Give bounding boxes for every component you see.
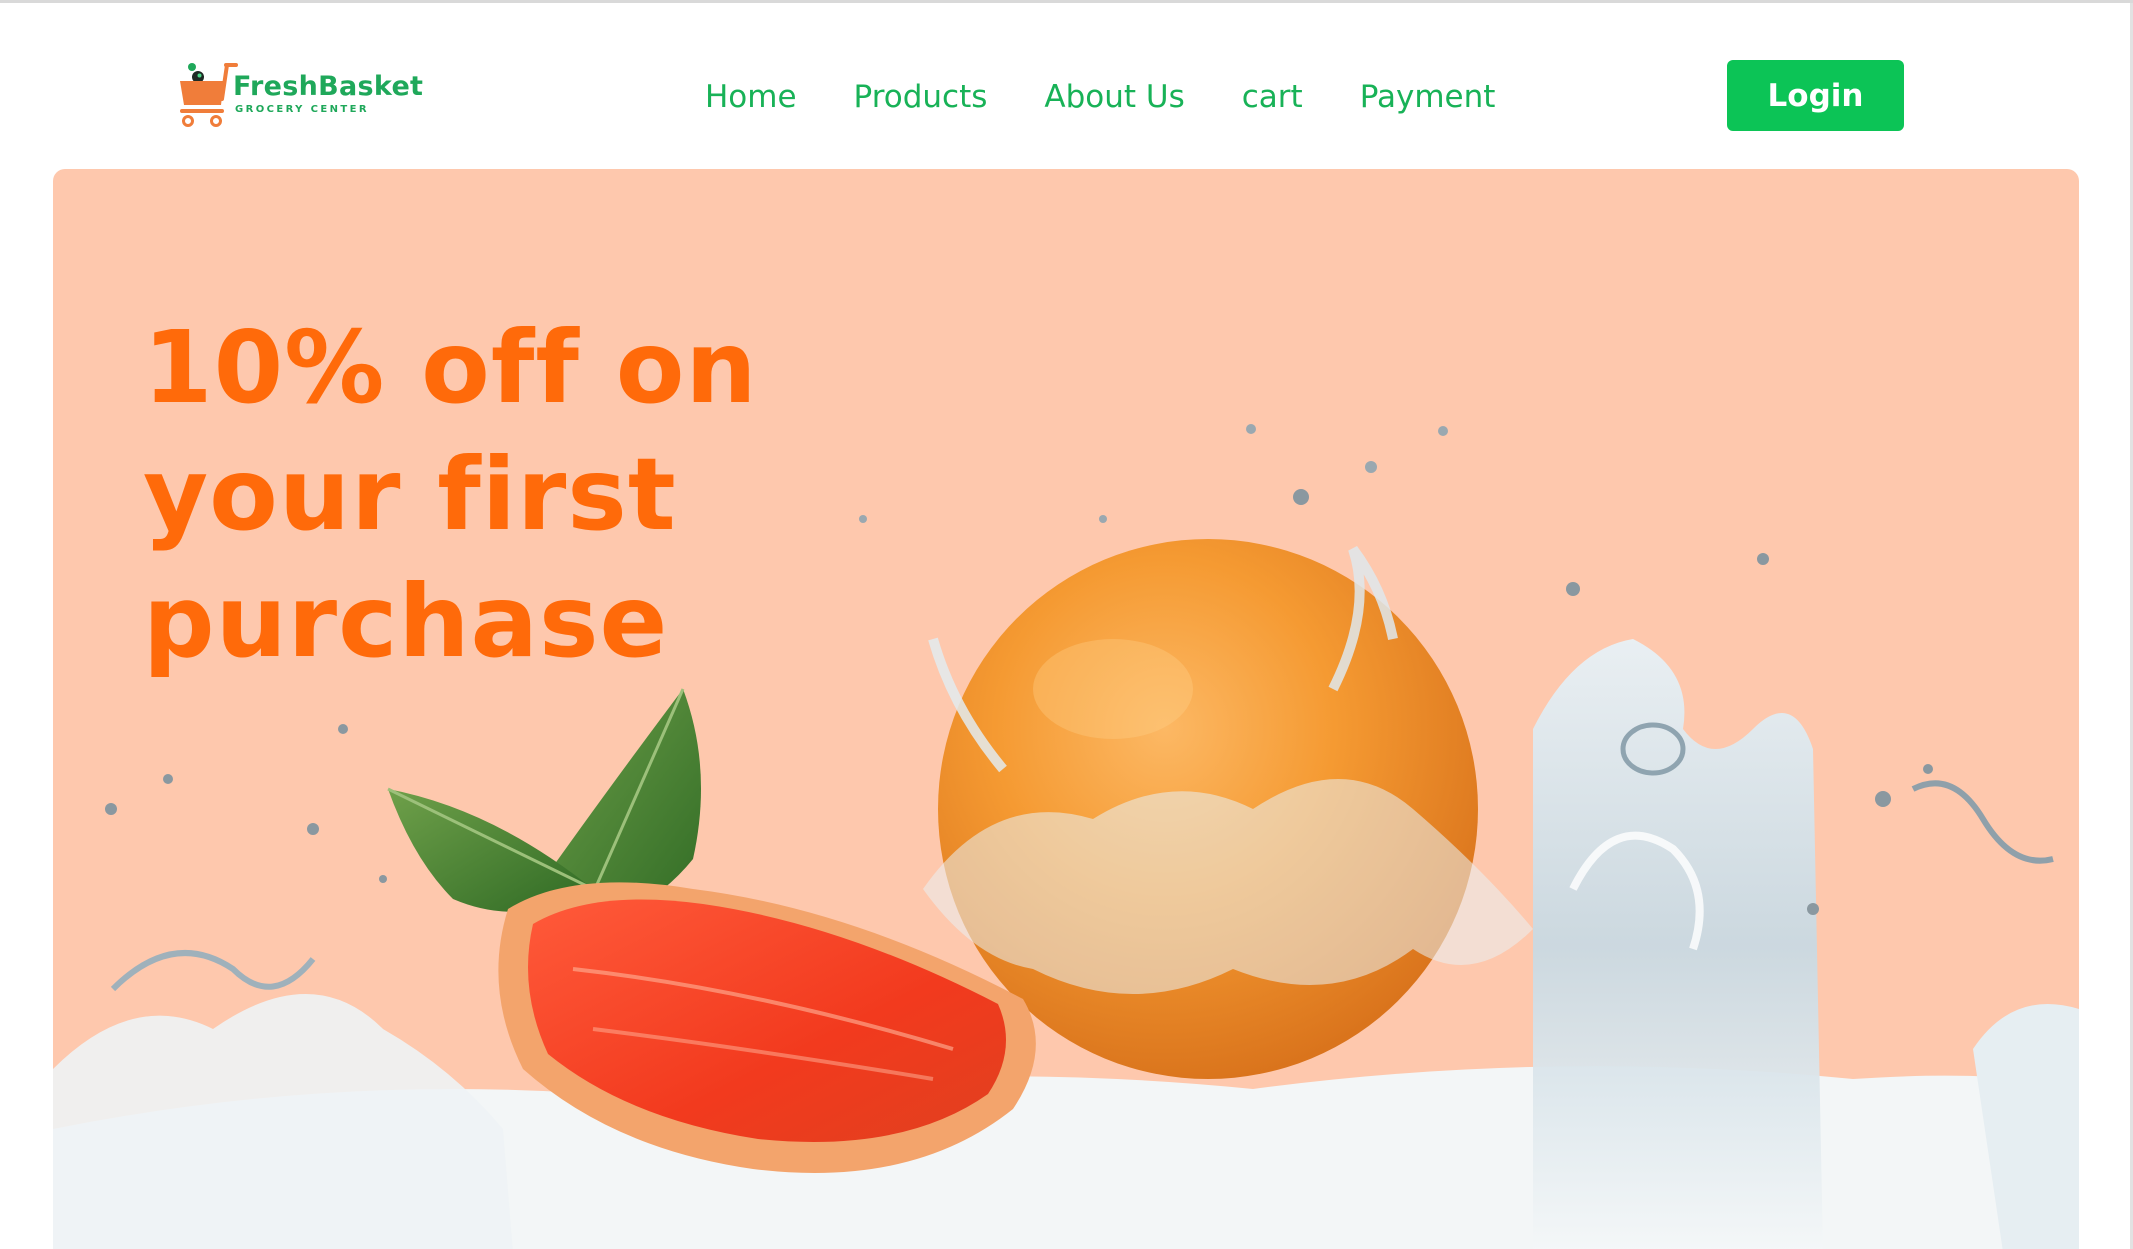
nav-about-us[interactable]: About Us	[1044, 79, 1184, 115]
logo[interactable]: FreshBasket GROCERY CENTER	[178, 59, 423, 135]
nav-home[interactable]: Home	[705, 79, 797, 115]
nav-cart[interactable]: cart	[1242, 79, 1303, 115]
logo-title: FreshBasket	[233, 71, 424, 102]
logo-subtitle: GROCERY CENTER	[235, 104, 369, 115]
login-button[interactable]: Login	[1727, 60, 1904, 131]
nav-products[interactable]: Products	[854, 79, 988, 115]
main-nav: Home Products About Us cart Payment	[705, 73, 1495, 121]
nav-payment[interactable]: Payment	[1360, 79, 1496, 115]
page: FreshBasket GROCERY CENTER Home Products…	[0, 0, 2133, 1249]
hero-headline: 10% off on your first purchase	[143, 309, 758, 680]
shopping-cart-icon	[180, 63, 238, 127]
hero-banner: 10% off on your first purchase	[53, 169, 2079, 1249]
